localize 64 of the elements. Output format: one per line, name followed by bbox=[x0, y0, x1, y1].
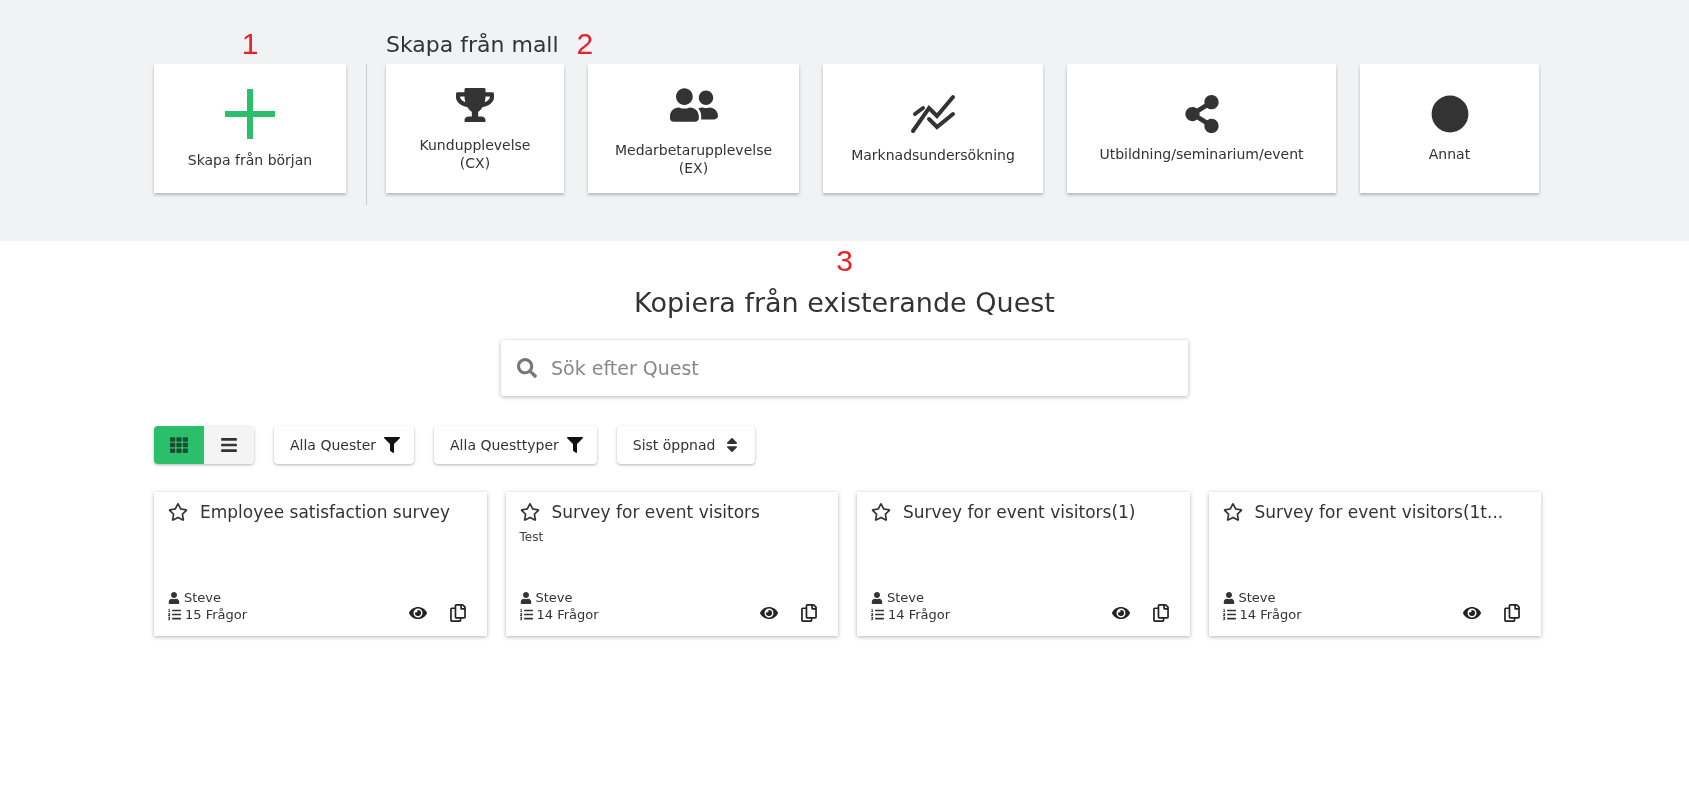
question-count: 15 Frågor bbox=[185, 607, 248, 622]
quest-card[interactable]: Survey for event visitors(1) Steve 14 Frågor bbox=[857, 492, 1190, 636]
filter-icon bbox=[566, 437, 583, 453]
quest-card[interactable]: Survey for event visitors(1t... Steve 14 Frågor bbox=[1208, 492, 1541, 636]
quest-card[interactable]: Employee satisfaction survey Steve 15 Frågor bbox=[154, 492, 487, 636]
annotation-number: 1 bbox=[241, 26, 259, 62]
question-count: 14 Frågor bbox=[1239, 607, 1302, 622]
star-icon[interactable] bbox=[1222, 502, 1243, 522]
user-icon bbox=[168, 591, 180, 604]
author-name: Steve bbox=[887, 590, 925, 605]
section-heading: Skapa från mall bbox=[386, 31, 559, 57]
quest-description: Test bbox=[519, 530, 545, 544]
quest-title: Survey for event visitors(1t... bbox=[1254, 502, 1504, 522]
quest-card[interactable]: Survey for event visitors Test Steve 14 Frågor bbox=[505, 492, 838, 636]
search-field[interactable]: Sök efter Quest bbox=[501, 340, 1188, 396]
menu-icon bbox=[220, 436, 238, 454]
annotation-number: 2 bbox=[576, 26, 594, 62]
search-icon bbox=[517, 358, 537, 378]
sort-button[interactable]: Sist öppnad bbox=[616, 426, 756, 464]
template-card[interactable]: Medarbetarupplevelse (EX) bbox=[588, 64, 799, 193]
author-name: Steve bbox=[1238, 590, 1276, 605]
user-icon bbox=[519, 591, 532, 604]
share-icon bbox=[1182, 94, 1221, 133]
section-title: Kopiera från existerande Quest bbox=[634, 287, 1055, 318]
eye-icon[interactable] bbox=[408, 604, 427, 622]
numbered-list-icon bbox=[1222, 608, 1236, 621]
eye-icon[interactable] bbox=[760, 604, 778, 622]
list-view-button[interactable] bbox=[204, 426, 254, 464]
template-card[interactable]: Kundupplevelse (CX) bbox=[386, 64, 564, 193]
template-card[interactable]: Annat bbox=[1360, 64, 1539, 193]
star-icon[interactable] bbox=[168, 502, 188, 522]
star-icon[interactable] bbox=[871, 502, 891, 522]
user-icon bbox=[871, 591, 883, 604]
copy-icon[interactable] bbox=[800, 604, 818, 622]
filter-button[interactable]: Alla Quester bbox=[274, 426, 415, 464]
create-from-scratch-card[interactable]: Skapa från början bbox=[154, 64, 346, 193]
line-chart-icon bbox=[909, 93, 957, 134]
numbered-list-icon bbox=[871, 608, 884, 621]
grid-icon bbox=[170, 436, 188, 454]
filter-icon bbox=[384, 437, 401, 453]
trophy-icon bbox=[456, 85, 494, 124]
author-name: Steve bbox=[184, 590, 222, 605]
eye-icon[interactable] bbox=[1463, 604, 1481, 622]
grid-view-button[interactable] bbox=[154, 426, 204, 464]
numbered-list-icon bbox=[519, 608, 533, 621]
numbered-list-icon bbox=[168, 608, 181, 621]
question-count: 14 Frågor bbox=[888, 607, 951, 622]
template-card[interactable]: Utbildning/seminarium/event bbox=[1067, 64, 1336, 193]
quest-title: Survey for event visitors bbox=[551, 502, 760, 522]
question-count: 14 Frågor bbox=[536, 607, 599, 622]
quest-title: Survey for event visitors(1) bbox=[903, 502, 1136, 522]
user-icon bbox=[1222, 591, 1235, 604]
template-card[interactable]: Marknadsundersökning bbox=[823, 64, 1043, 193]
filter-button[interactable]: Alla Questtyper bbox=[434, 426, 597, 464]
eye-icon[interactable] bbox=[1111, 604, 1130, 622]
author-name: Steve bbox=[535, 590, 573, 605]
plus-icon bbox=[225, 88, 275, 139]
copy-icon[interactable] bbox=[448, 604, 467, 622]
annotation-number: 3 bbox=[836, 243, 853, 279]
quest-title: Employee satisfaction survey bbox=[200, 502, 451, 522]
copy-icon[interactable] bbox=[1151, 604, 1170, 622]
copy-icon[interactable] bbox=[1503, 604, 1521, 622]
circle-icon bbox=[1430, 94, 1469, 133]
star-icon[interactable] bbox=[519, 502, 540, 522]
